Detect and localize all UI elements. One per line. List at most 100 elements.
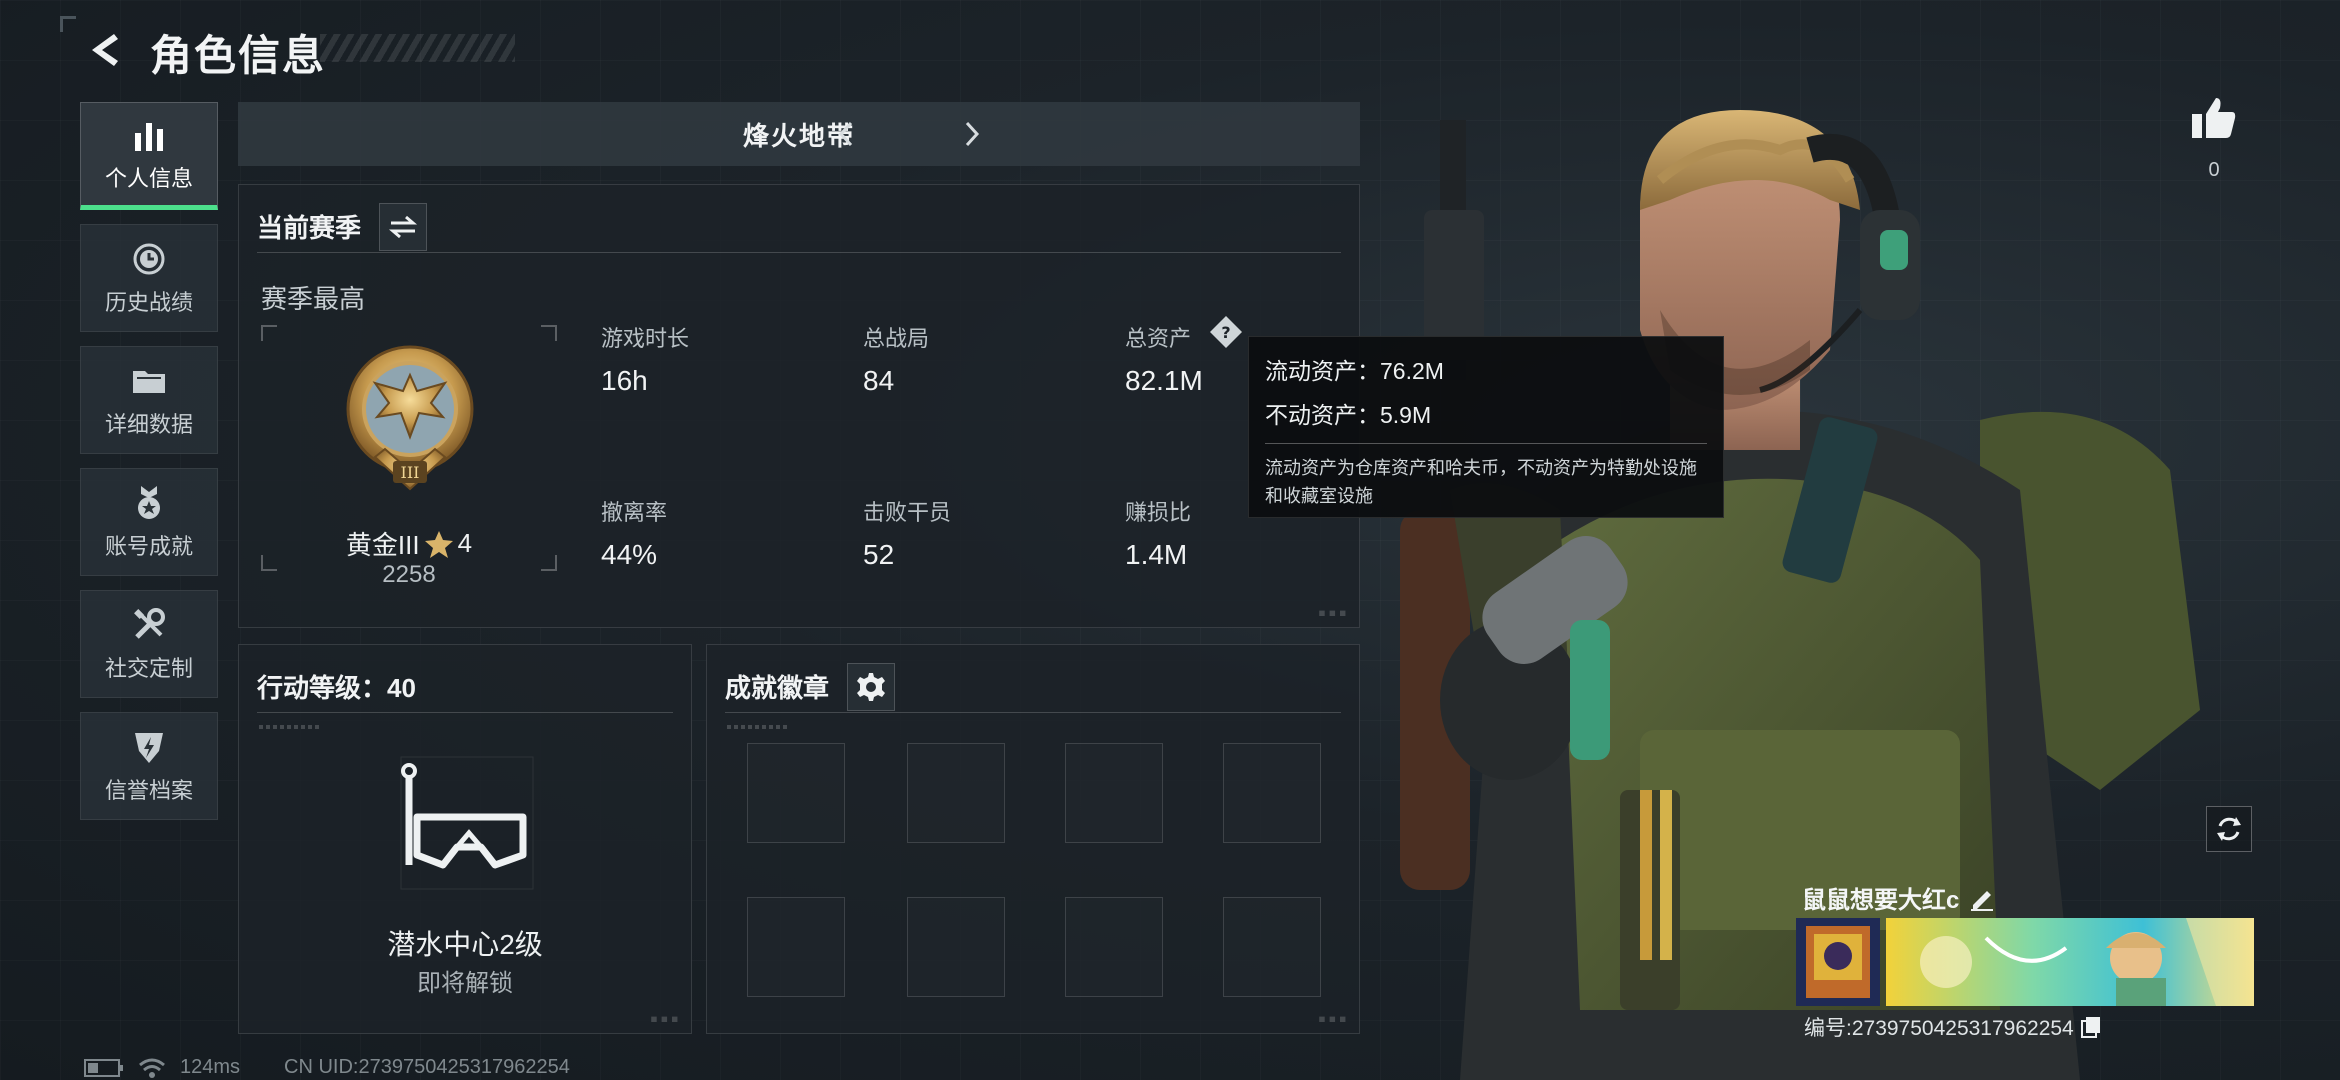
badge-slot[interactable]	[1223, 897, 1321, 997]
player-id-row: 编号:2739750425317962254	[1804, 1012, 2102, 1042]
nav-item-credit-record[interactable]: 信誉档案	[80, 712, 218, 820]
corner-decoration	[60, 16, 76, 32]
unlock-status: 即将解锁	[417, 970, 513, 997]
stat-value: 44%	[601, 539, 658, 570]
nav-item-social-custom[interactable]: 社交定制	[80, 590, 218, 698]
cn-uid: CN UID:2739750425317962254	[284, 1056, 570, 1078]
stat-value: 82.1M	[1125, 365, 1203, 396]
badge-slot[interactable]	[1065, 897, 1163, 997]
battery-icon	[84, 1058, 123, 1077]
assets-help-button[interactable]: ?	[1209, 315, 1243, 349]
namecard-banner[interactable]	[1886, 918, 2254, 1006]
season-best-label: 赛季最高	[261, 284, 366, 314]
nav-item-personal-info[interactable]: 个人信息	[80, 102, 218, 210]
back-arrow-icon	[92, 34, 118, 66]
badge-slot[interactable]	[1223, 743, 1321, 843]
page-title: 角色信息	[150, 32, 327, 79]
badge-slot[interactable]	[747, 897, 845, 997]
gear-icon	[857, 672, 886, 701]
gold-rank-emblem-icon: III	[346, 345, 474, 491]
wifi-icon	[139, 1058, 165, 1078]
frame-corner	[541, 325, 557, 341]
nav-item-label: 信誉档案	[104, 778, 193, 803]
stat-operators-killed: 击败干员 52	[863, 495, 951, 571]
nav-item-label: 个人信息	[104, 166, 193, 191]
badges-panel-header: 成就徽章	[725, 661, 1341, 713]
shield-bolt-icon	[129, 727, 169, 767]
avatar-frame-card[interactable]	[1796, 918, 1880, 1006]
nav-item-detailed-data[interactable]: 详细数据	[80, 346, 218, 454]
level-panel-header: 行动等级：40	[257, 661, 673, 713]
badge-slot[interactable]	[747, 743, 845, 843]
star-icon	[424, 530, 453, 558]
stat-label: 赚损比	[1125, 500, 1192, 525]
nav-item-achievements[interactable]: 账号成就	[80, 468, 218, 576]
stat-playtime: 游戏时长 16h	[601, 321, 689, 397]
chevron-left-icon	[838, 121, 853, 147]
tick-decoration	[259, 725, 319, 729]
stat-value: 52	[863, 539, 895, 570]
thumbs-up-icon	[2192, 98, 2236, 138]
copy-icon[interactable]	[2080, 1015, 2102, 1039]
nav-item-label: 社交定制	[104, 656, 193, 681]
badges-panel: 成就徽章 ▪▪▪	[706, 644, 1360, 1034]
stat-label: 总战局	[863, 326, 930, 351]
ping-value: 124ms	[180, 1056, 241, 1078]
status-bar: 124ms CN UID:2739750425317962254	[84, 1056, 570, 1079]
tooltip-fixed-assets: 不动资产：5.9M	[1265, 402, 1432, 428]
tooltip-description: 流动资产为仓库资产和哈夫币，不动资产为特勤处设施和收藏室设施	[1265, 458, 1697, 506]
nav-item-label: 账号成就	[104, 534, 193, 559]
player-id: 编号:2739750425317962254	[1804, 1017, 2074, 1040]
refresh-appearance-button[interactable]	[2206, 806, 2252, 852]
nav-item-label: 详细数据	[104, 412, 193, 437]
season-panel-header: 当前赛季	[257, 201, 1341, 253]
stat-label: 游戏时长	[601, 326, 690, 351]
like-count: 0	[2208, 159, 2220, 181]
badges-settings-button[interactable]	[847, 662, 896, 711]
rank-stars: 4	[457, 528, 473, 558]
unlock-facility-name: 潜水中心2级	[387, 929, 543, 960]
profile-cards	[1796, 918, 2254, 1006]
stat-value: 16h	[601, 365, 648, 396]
character-info-screen: 角色信息 个人信息 历史战绩 详细数据 账号成就 社交定制 信誉档案 烽火地带 …	[0, 0, 2340, 1080]
bar-chart-icon	[129, 115, 169, 155]
nav-item-history[interactable]: 历史战绩	[80, 224, 218, 332]
mode-prev-button[interactable]	[826, 114, 866, 154]
frame-corner	[261, 325, 277, 341]
player-name: 鼠鼠想要大红c	[1802, 887, 1960, 914]
history-icon	[129, 239, 169, 279]
stat-value: 1.4M	[1125, 539, 1188, 570]
badge-slot[interactable]	[907, 743, 1005, 843]
nav-item-label: 历史战绩	[104, 290, 193, 315]
season-panel: 当前赛季 赛季最高 III 黄金III 4 2258 游戏时长 16h 总战局 …	[238, 184, 1360, 628]
refresh-icon	[2217, 817, 2241, 841]
edit-icon[interactable]	[1969, 885, 1995, 911]
badge-slot[interactable]	[1065, 743, 1163, 843]
mode-next-button[interactable]	[952, 114, 992, 154]
like-button[interactable]: 0	[2188, 96, 2240, 182]
svg-text:III: III	[401, 463, 420, 482]
stat-label: 撤离率	[601, 500, 668, 525]
back-button[interactable]	[80, 26, 128, 74]
assets-tooltip: 流动资产：76.2M 不动资产：5.9M 流动资产为仓库资产和哈夫币，不动资产为…	[1248, 336, 1724, 518]
level-panel: 行动等级：40 潜水中心2级 即将解锁 ▪▪▪	[238, 644, 692, 1034]
stat-label: 总资产	[1125, 326, 1192, 351]
title-stripes	[320, 34, 515, 62]
season-switch-button[interactable]	[379, 202, 428, 251]
svg-text:?: ?	[1221, 323, 1230, 342]
rank-display: III 黄金III 4 2258	[261, 325, 557, 588]
stat-total-assets: 总资产 82.1M	[1125, 321, 1203, 397]
rank-name: 黄金III	[345, 530, 420, 560]
corner-decoration: ▪▪▪	[649, 1011, 681, 1027]
folder-icon	[129, 361, 169, 401]
stat-value: 84	[863, 365, 895, 396]
rank-score: 2258	[382, 561, 436, 588]
medal-icon	[129, 483, 169, 523]
mode-selector: 烽火地带	[238, 102, 1360, 166]
badge-slot[interactable]	[907, 897, 1005, 997]
stat-extract-rate: 撤离率 44%	[601, 495, 667, 571]
tooltip-divider	[1265, 443, 1707, 444]
stat-label: 击败干员	[863, 500, 952, 525]
tools-icon	[129, 605, 169, 645]
badges-heading: 成就徽章	[725, 673, 830, 703]
